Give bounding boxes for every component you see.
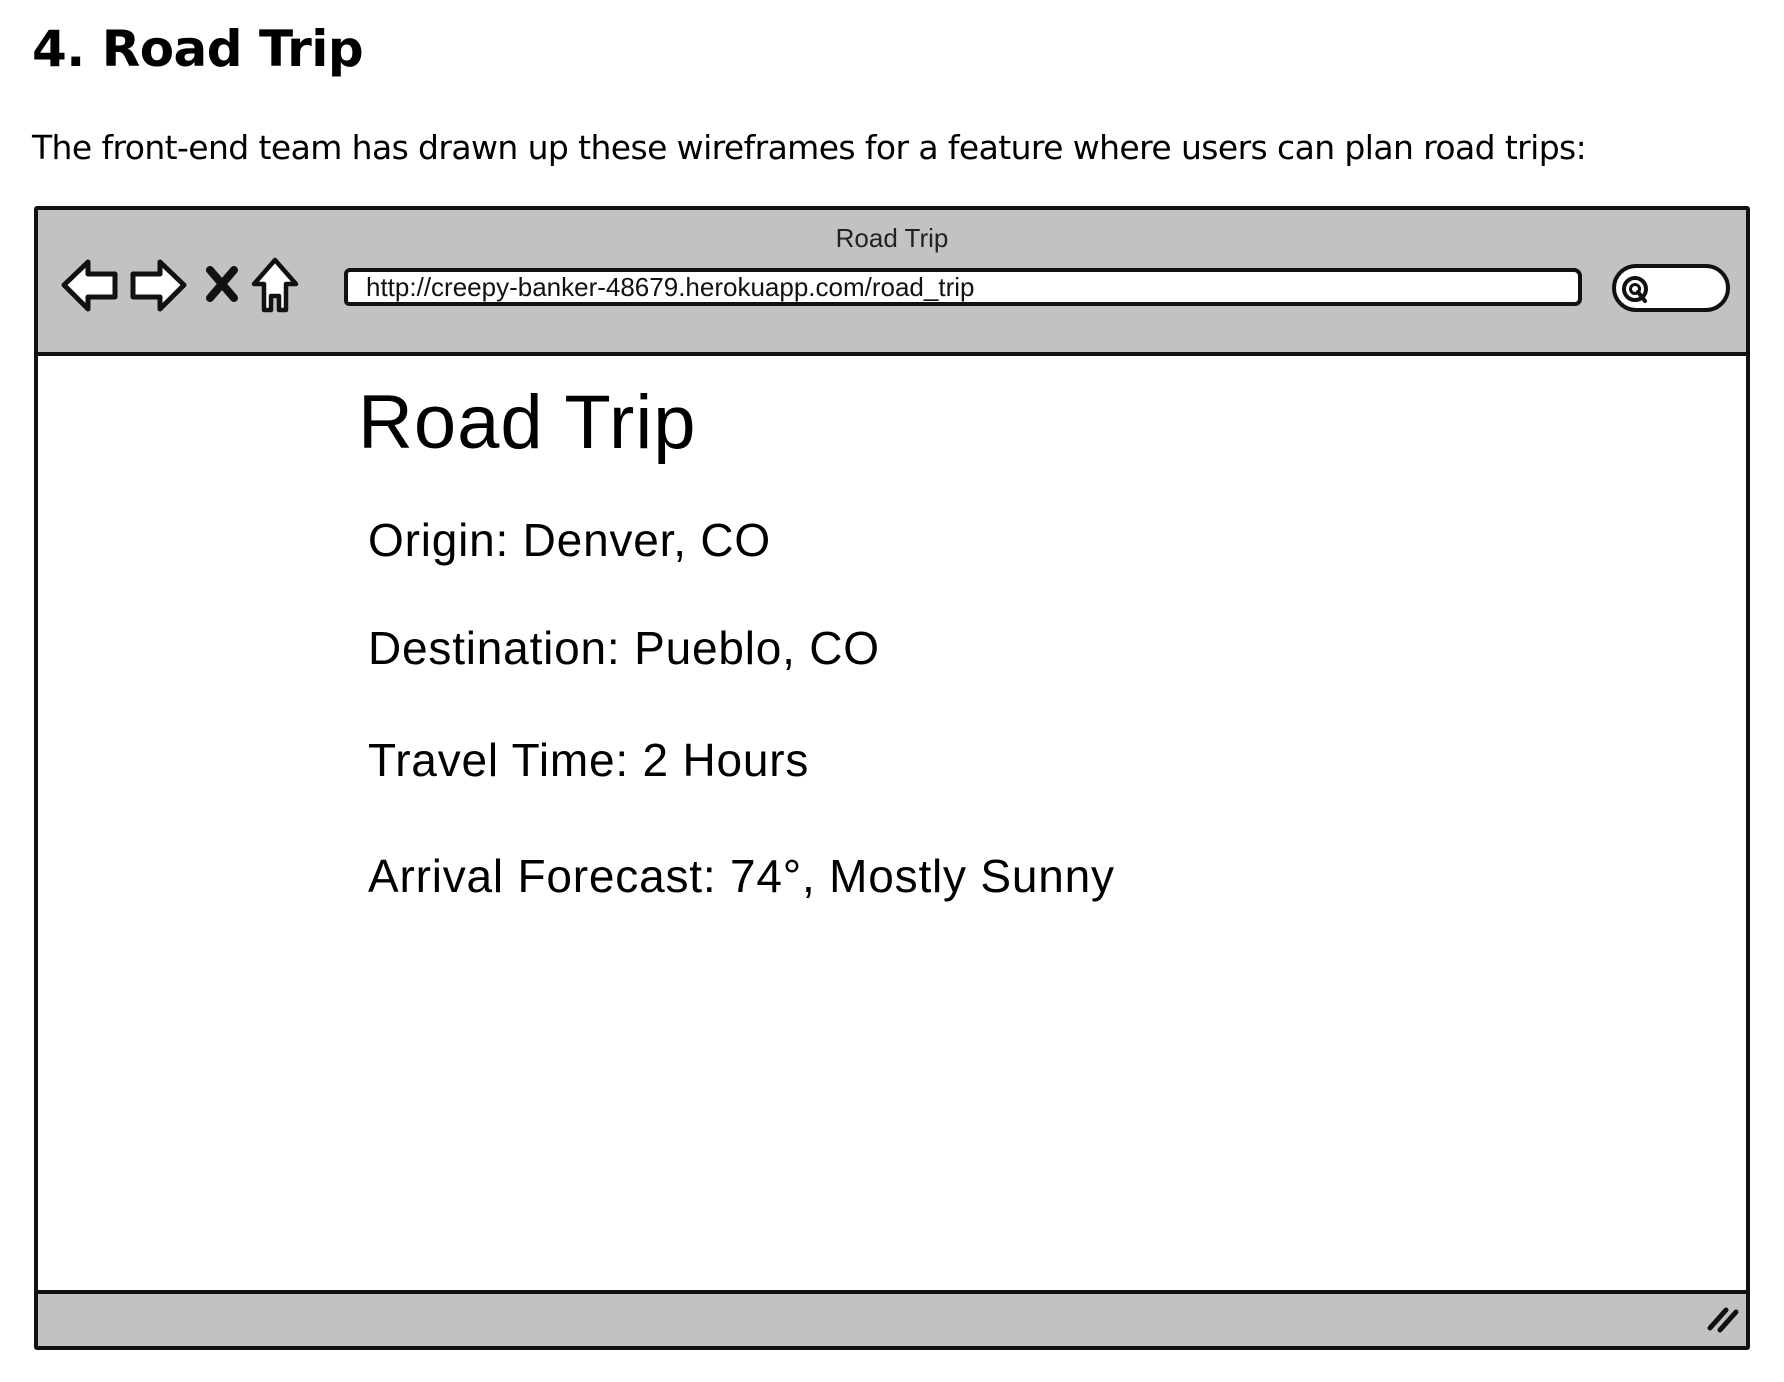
destination-text: Destination: Pueblo, CO bbox=[368, 622, 880, 674]
travel-time-text: Travel Time: 2 Hours bbox=[368, 734, 810, 786]
back-arrow-icon[interactable] bbox=[60, 252, 120, 318]
search-field[interactable] bbox=[1612, 264, 1730, 312]
status-bar bbox=[38, 1290, 1746, 1346]
url-input[interactable]: http://creepy-banker-48679.herokuapp.com… bbox=[344, 268, 1582, 306]
browser-toolbar: Road Trip http://creepy-banker-48679.her… bbox=[38, 210, 1746, 356]
window-title: Road Trip bbox=[835, 223, 949, 253]
search-icon bbox=[1620, 274, 1654, 312]
origin-text: Origin: Denver, CO bbox=[368, 514, 771, 566]
section-heading: 4. Road Trip bbox=[32, 20, 364, 78]
intro-paragraph: The front-end team has drawn up these wi… bbox=[32, 128, 1587, 167]
arrival-forecast-text: Arrival Forecast: 74°, Mostly Sunny bbox=[368, 850, 1115, 902]
page-title: Road Trip bbox=[358, 380, 697, 465]
stop-icon[interactable] bbox=[202, 252, 242, 318]
resize-grip-icon[interactable] bbox=[1704, 1302, 1740, 1338]
home-icon[interactable] bbox=[250, 252, 300, 318]
forward-arrow-icon[interactable] bbox=[128, 252, 188, 318]
wireframe-browser-window: Road Trip http://creepy-banker-48679.her… bbox=[34, 206, 1750, 1350]
